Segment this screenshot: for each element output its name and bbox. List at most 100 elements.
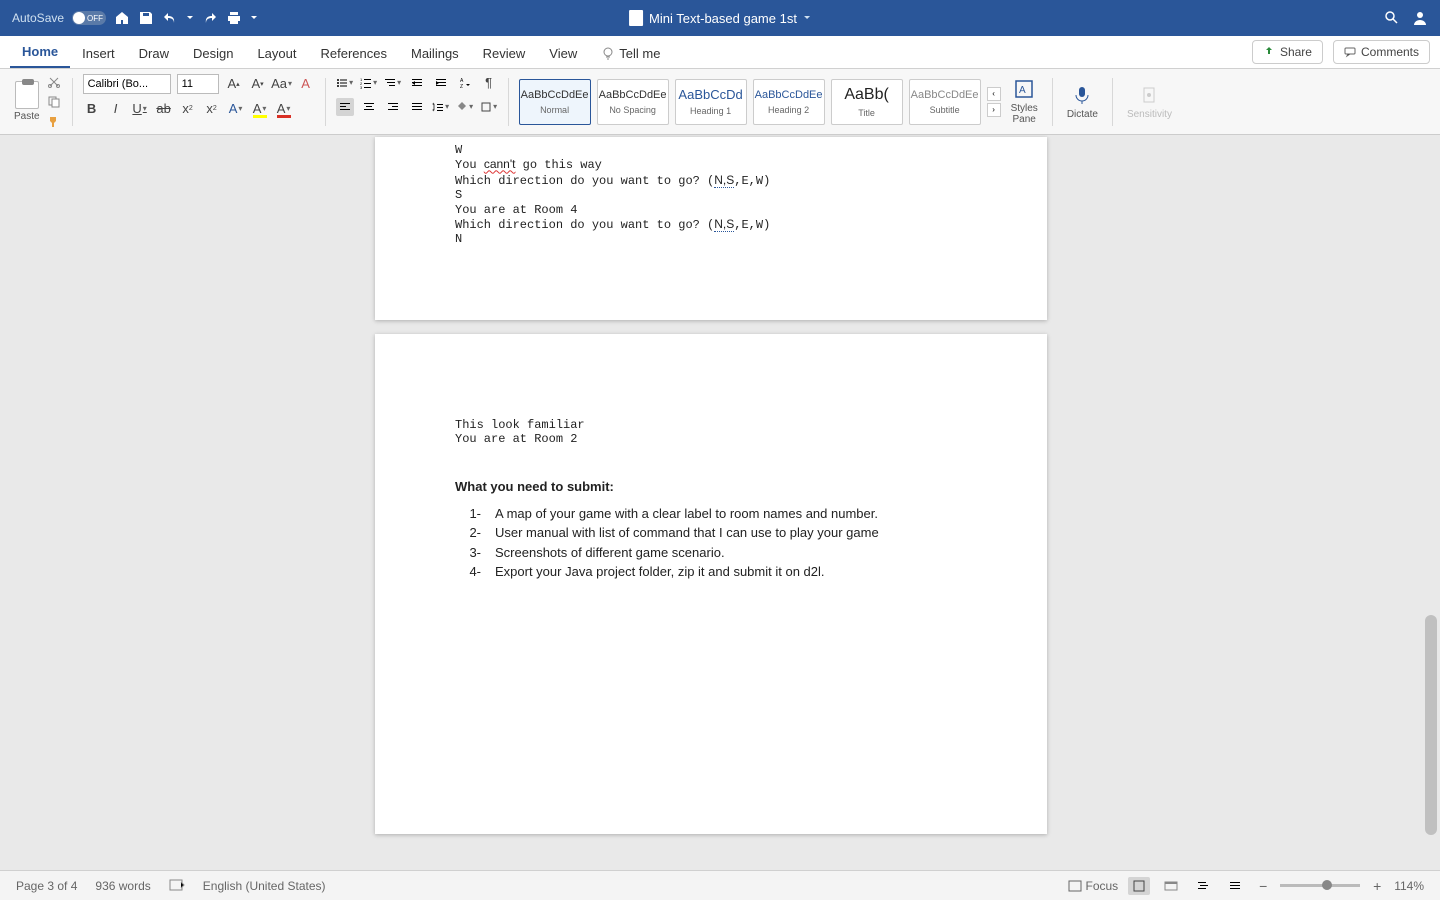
print-layout-view-button[interactable]: [1128, 877, 1150, 895]
comments-label: Comments: [1361, 45, 1419, 59]
format-painter-button[interactable]: [46, 114, 62, 130]
zoom-out-button[interactable]: −: [1256, 879, 1270, 893]
scrollbar-thumb[interactable]: [1425, 615, 1437, 835]
tab-review[interactable]: Review: [471, 38, 538, 68]
style-subtitle[interactable]: AaBbCcDdEe Subtitle: [909, 79, 981, 125]
draft-view-button[interactable]: [1224, 877, 1246, 895]
save-icon[interactable]: [138, 10, 154, 26]
paste-button[interactable]: Paste: [14, 81, 40, 122]
code-output: W You cann't go this way Which direction…: [455, 143, 967, 247]
statusbar-right: Focus − + 114%: [1068, 877, 1425, 895]
tab-design[interactable]: Design: [181, 38, 245, 68]
lightbulb-icon: [601, 47, 615, 61]
autosave-toggle[interactable]: OFF: [72, 11, 106, 25]
ribbon-home: Paste A▴ A▾ Aa A B I U ab x2 x2 A A A: [0, 69, 1440, 135]
multilevel-list-button[interactable]: [384, 74, 402, 92]
line-spacing-button[interactable]: [432, 98, 450, 116]
page-current[interactable]: This look familiar You are at Room 2 Wha…: [375, 334, 1047, 834]
italic-button[interactable]: I: [107, 100, 125, 118]
style-title[interactable]: AaBb( Title: [831, 79, 903, 125]
align-right-button[interactable]: [384, 98, 402, 116]
page-prev[interactable]: W You cann't go this way Which direction…: [375, 137, 1047, 320]
superscript-button[interactable]: x2: [203, 100, 221, 118]
undo-dropdown-icon[interactable]: [186, 10, 194, 26]
increase-font-button[interactable]: A▴: [225, 75, 243, 93]
ribbon-tabs: Home Insert Draw Design Layout Reference…: [0, 36, 1440, 69]
style-nospacing[interactable]: AaBbCcDdEe No Spacing: [597, 79, 669, 125]
styles-scroll-down[interactable]: ›: [987, 103, 1001, 117]
paragraph-group: 123 AZ ¶: [330, 74, 504, 130]
undo-icon[interactable]: [162, 10, 178, 26]
zoom-slider[interactable]: [1280, 884, 1360, 887]
styles-scroll-up[interactable]: ‹: [987, 87, 1001, 101]
qat-customize-icon[interactable]: [250, 10, 258, 26]
copy-button[interactable]: [46, 94, 62, 110]
dictate-group: Dictate: [1057, 74, 1108, 130]
style-heading1[interactable]: AaBbCcDd Heading 1: [675, 79, 747, 125]
titlebar: AutoSave OFF Mini Text-based game 1st: [0, 0, 1440, 36]
sort-button[interactable]: AZ: [456, 74, 474, 92]
word-count[interactable]: 936 words: [95, 879, 150, 893]
shading-button[interactable]: [456, 98, 474, 116]
style-name: Normal: [540, 105, 569, 115]
underline-button[interactable]: U: [131, 100, 149, 118]
strikethrough-button[interactable]: ab: [155, 100, 173, 118]
vertical-scrollbar[interactable]: [1425, 135, 1437, 870]
styles-scroll: ‹ ›: [987, 87, 1001, 117]
share-button[interactable]: Share: [1252, 40, 1323, 64]
highlight-color-button[interactable]: A: [251, 100, 269, 118]
user-account-icon[interactable]: [1412, 10, 1428, 26]
tab-insert[interactable]: Insert: [70, 38, 127, 68]
focus-mode-button[interactable]: Focus: [1068, 879, 1119, 893]
dictate-button[interactable]: Dictate: [1063, 84, 1102, 120]
styles-pane-button[interactable]: A Styles Pane: [1007, 78, 1042, 125]
subscript-button[interactable]: x2: [179, 100, 197, 118]
decrease-font-button[interactable]: A▾: [249, 75, 267, 93]
tab-draw[interactable]: Draw: [127, 38, 181, 68]
cut-button[interactable]: [46, 74, 62, 90]
bold-button[interactable]: B: [83, 100, 101, 118]
change-case-button[interactable]: Aa: [273, 75, 291, 93]
align-center-button[interactable]: [360, 98, 378, 116]
style-heading2[interactable]: AaBbCcDdEe Heading 2: [753, 79, 825, 125]
tab-home[interactable]: Home: [10, 36, 70, 68]
document-scroll[interactable]: W You cann't go this way Which direction…: [0, 135, 1422, 870]
font-name-input[interactable]: [83, 74, 171, 94]
spelling-check-icon[interactable]: [169, 879, 185, 893]
page-indicator[interactable]: Page 3 of 4: [16, 879, 77, 893]
tab-tellme[interactable]: Tell me: [589, 38, 672, 68]
text-effects-button[interactable]: A: [227, 100, 245, 118]
zoom-in-button[interactable]: +: [1370, 879, 1384, 893]
search-icon[interactable]: [1384, 10, 1400, 26]
tab-view[interactable]: View: [537, 38, 589, 68]
print-icon[interactable]: [226, 10, 242, 26]
redo-icon[interactable]: [202, 10, 218, 26]
focus-label: Focus: [1086, 879, 1119, 893]
tab-mailings[interactable]: Mailings: [399, 38, 471, 68]
tab-references[interactable]: References: [309, 38, 399, 68]
increase-indent-button[interactable]: [432, 74, 450, 92]
zoom-level[interactable]: 114%: [1394, 879, 1424, 893]
outline-view-button[interactable]: [1192, 877, 1214, 895]
numbering-button[interactable]: 123: [360, 74, 378, 92]
style-preview: AaBbCcDdEe: [755, 89, 823, 101]
web-layout-view-button[interactable]: [1160, 877, 1182, 895]
justify-button[interactable]: [408, 98, 426, 116]
style-preview: AaBbCcDd: [678, 87, 742, 102]
decrease-indent-button[interactable]: [408, 74, 426, 92]
borders-button[interactable]: [480, 98, 498, 116]
clear-formatting-button[interactable]: A: [297, 75, 315, 93]
home-icon[interactable]: [114, 10, 130, 26]
show-marks-button[interactable]: ¶: [480, 74, 498, 92]
tab-layout[interactable]: Layout: [245, 38, 308, 68]
style-normal[interactable]: AaBbCcDdEe Normal: [519, 79, 591, 125]
title-dropdown-icon[interactable]: [803, 10, 811, 26]
zoom-slider-knob[interactable]: [1322, 880, 1332, 890]
language-indicator[interactable]: English (United States): [203, 879, 326, 893]
font-color-button[interactable]: A: [275, 100, 293, 118]
align-left-button[interactable]: [336, 98, 354, 116]
bullets-button[interactable]: [336, 74, 354, 92]
document-title-area: Mini Text-based game 1st: [629, 10, 811, 26]
font-size-input[interactable]: [177, 74, 219, 94]
comments-button[interactable]: Comments: [1333, 40, 1430, 64]
